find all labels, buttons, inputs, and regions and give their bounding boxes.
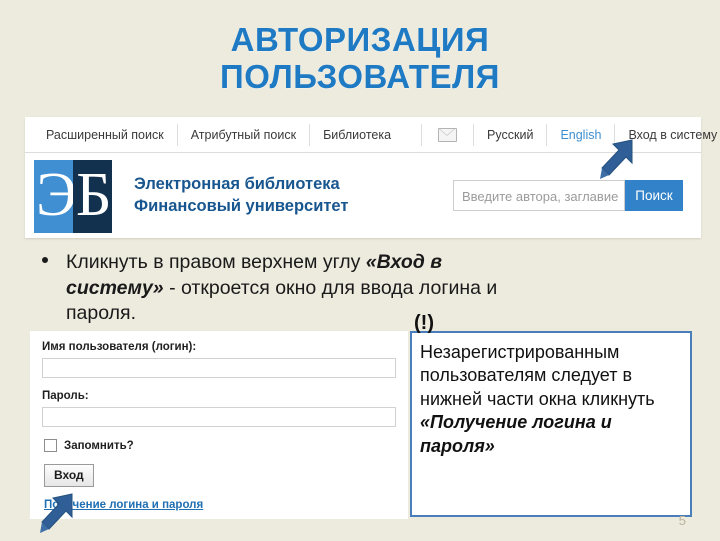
site-search: Введите автора, заглавие Поиск <box>453 180 683 211</box>
slide-number: 5 <box>678 513 686 528</box>
page-title-line-2: ПОЛЬЗОВАТЕЛЯ <box>220 57 500 95</box>
password-input[interactable] <box>42 407 396 427</box>
nav-mail-cell[interactable] <box>422 123 475 146</box>
logo-letter-b: Б <box>76 160 112 229</box>
callout-text-emphasis: «Получение логина и пароля» <box>420 412 612 456</box>
nav-item-advanced-search[interactable]: Расширенный поиск <box>33 123 178 146</box>
callout-exclamation-marker: (!) <box>414 312 434 334</box>
arrow-up-right-icon <box>40 493 73 533</box>
page-title-line-1: АВТОРИЗАЦИЯ <box>230 21 490 58</box>
nav-item-library[interactable]: Библиотека <box>310 123 423 146</box>
arrow-to-login-link <box>596 138 636 187</box>
instruction-bullet-text: Кликнуть в правом верхнем углу «Вход в с… <box>66 250 512 327</box>
envelope-icon <box>438 127 458 142</box>
brand-name: Электронная библиотека Финансовый универ… <box>134 174 348 218</box>
logo-right-block: Б <box>73 159 112 233</box>
remember-me-checkbox[interactable] <box>44 439 57 452</box>
password-label: Пароль: <box>42 390 89 402</box>
logo-letter-e: Э <box>36 160 77 229</box>
page-title: АВТОРИЗАЦИЯ ПОЛЬЗОВАТЕЛЯ <box>60 21 660 96</box>
instruction-bullet: Кликнуть в правом верхнем углу «Вход в с… <box>42 250 512 327</box>
remember-me-label: Запомнить? <box>64 439 134 452</box>
username-label: Имя пользователя (логин): <box>42 341 197 353</box>
bullet-text-part-1: Кликнуть в правом верхнем углу <box>66 251 366 273</box>
slide-canvas: АВТОРИЗАЦИЯ ПОЛЬЗОВАТЕЛЯ Расширенный пои… <box>0 0 720 540</box>
nav-item-russian[interactable]: Русский <box>474 123 548 146</box>
callout-text: Незарегистрированным пользователям следу… <box>420 341 683 458</box>
logo-left-block: Э <box>34 159 77 233</box>
bullet-dot-icon <box>42 257 48 263</box>
arrow-up-right-icon <box>600 139 633 179</box>
brand-name-line-2: Финансовый университет <box>134 197 349 215</box>
callout-text-part-1: Незарегистрированным пользователям следу… <box>420 342 655 409</box>
username-input[interactable] <box>42 358 396 378</box>
callout-box: Незарегистрированным пользователям следу… <box>410 331 692 517</box>
remember-me-row[interactable]: Запомнить? <box>44 439 396 452</box>
library-logo: Э Б <box>34 159 112 233</box>
submit-login-button[interactable]: Вход <box>44 464 94 487</box>
brand-name-line-1: Электронная библиотека <box>134 175 340 194</box>
nav-item-attribute-search[interactable]: Атрибутный поиск <box>178 123 311 146</box>
arrow-to-get-credentials-link <box>36 492 76 541</box>
login-form-screenshot: Имя пользователя (логин): Пароль: Запомн… <box>30 331 408 519</box>
